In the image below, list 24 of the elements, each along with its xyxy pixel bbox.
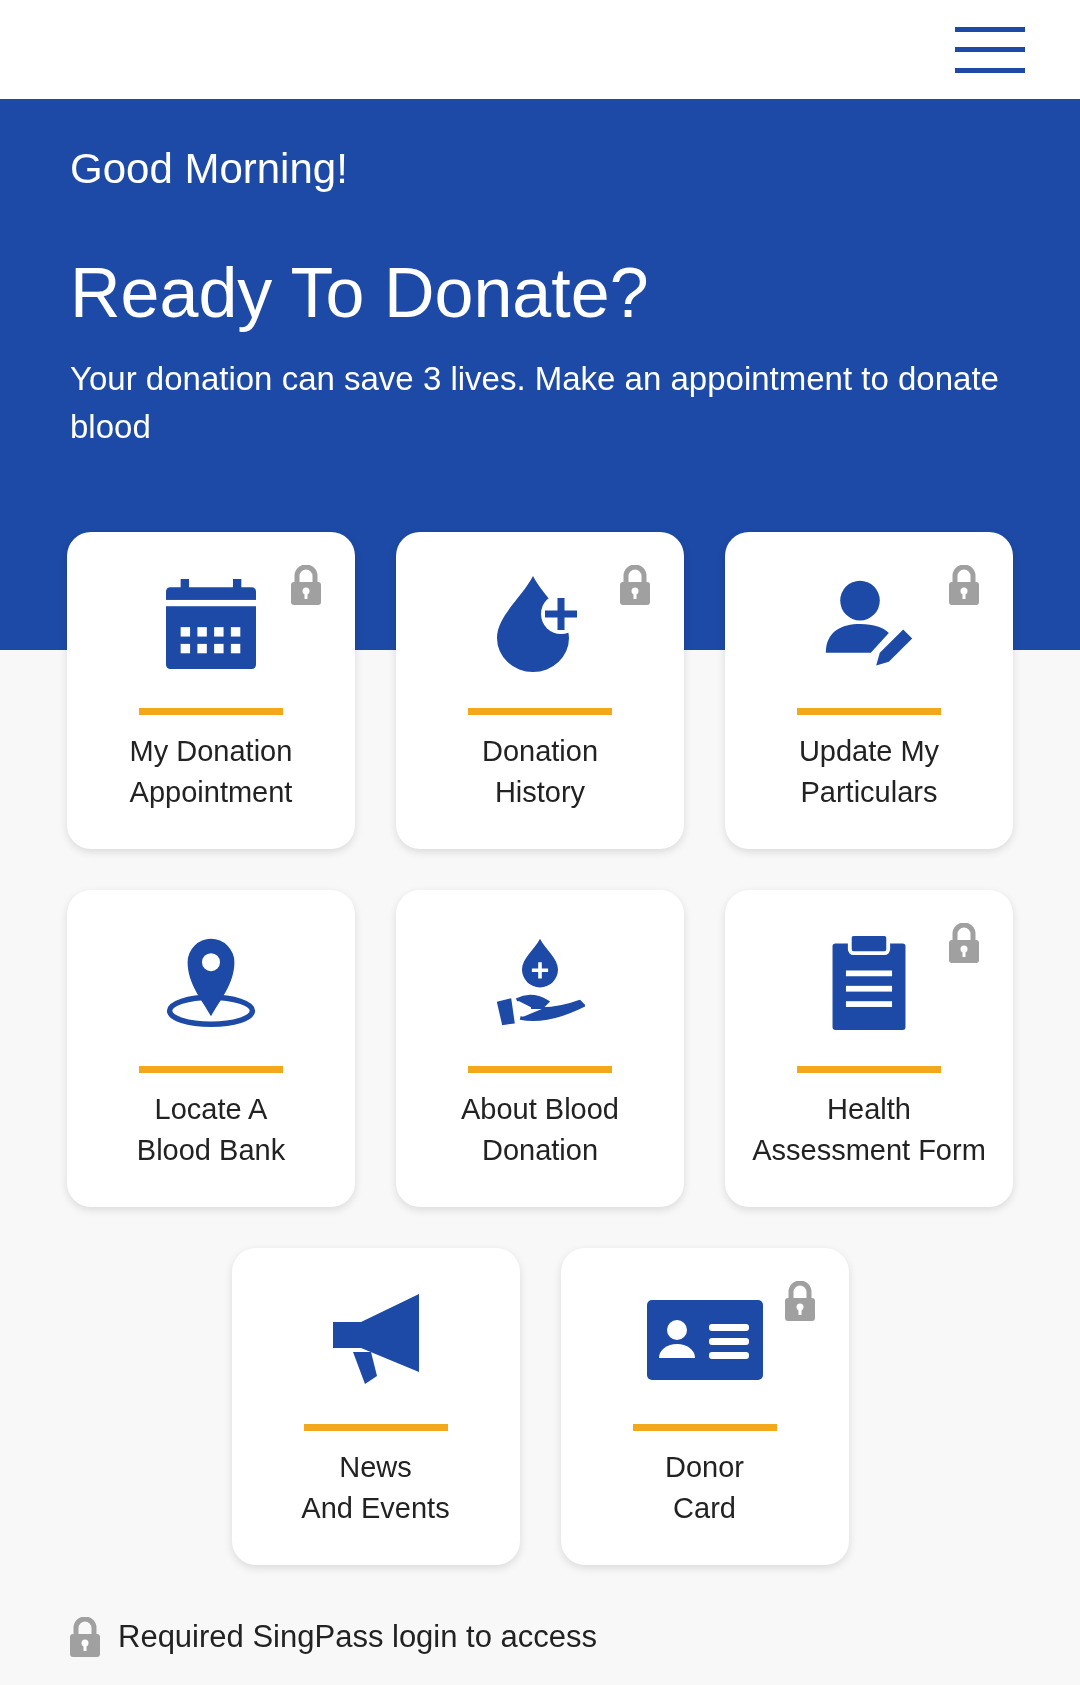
menu-tile[interactable]: Locate A Blood Bank	[67, 890, 355, 1207]
calendar-icon	[166, 576, 256, 672]
menu-tile[interactable]: My Donation Appointment	[67, 532, 355, 849]
menu-tile[interactable]: About Blood Donation	[396, 890, 684, 1207]
tile-label: Locate A Blood Bank	[136, 1092, 286, 1168]
id-card-icon	[646, 1300, 763, 1380]
tile-label: About Blood Donation	[461, 1092, 619, 1168]
menu-tile[interactable]: Donor Card	[560, 1248, 849, 1565]
page-title: Ready To Donate?	[70, 253, 650, 333]
tile-label: My Donation Appointment	[129, 734, 293, 810]
tile-label: News And Events	[301, 1450, 450, 1526]
lock-icon	[68, 1617, 102, 1657]
tile-label: Donor Card	[665, 1450, 744, 1526]
menu-icon[interactable]	[955, 26, 1025, 73]
tile-label: Health Assessment Form	[752, 1092, 986, 1168]
menu-tile[interactable]: Donation History	[396, 532, 684, 849]
tile-label: Donation History	[481, 734, 599, 810]
menu-tile[interactable]: News And Events	[231, 1248, 520, 1565]
menu-tile[interactable]: Health Assessment Form	[725, 890, 1013, 1207]
tile-label: Update My Particulars	[798, 734, 940, 810]
subtitle: Your donation can save 3 lives. Make an appointment to donate blood	[70, 359, 1000, 447]
greeting: Good Morning!	[70, 145, 349, 193]
menu-tile[interactable]: Update My Particulars	[725, 532, 1013, 849]
login-note: Required SingPass login to access	[118, 1619, 598, 1655]
